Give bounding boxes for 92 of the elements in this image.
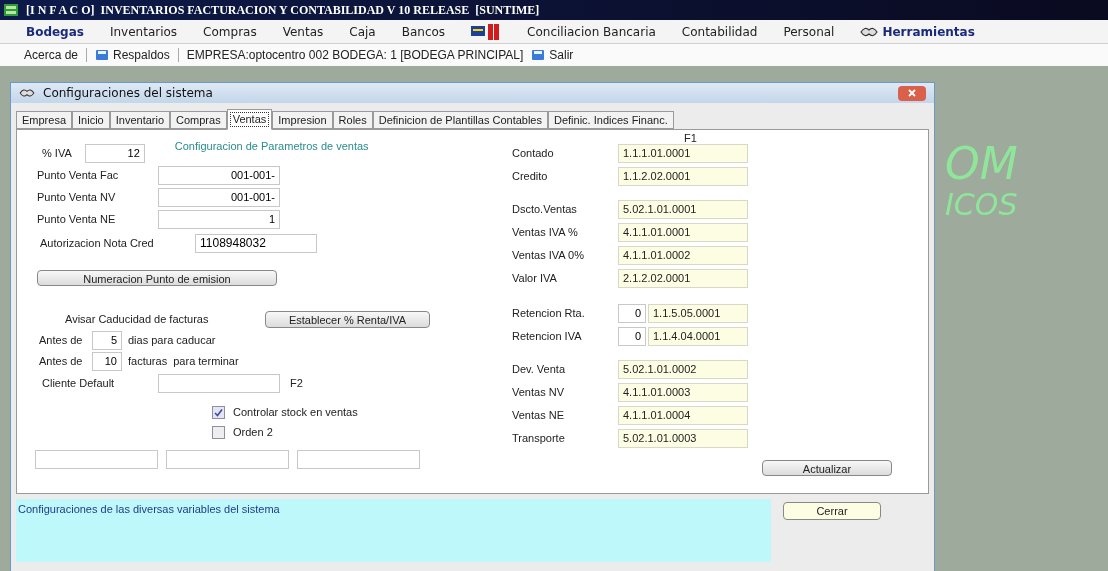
field-label: Ventas NV (512, 385, 565, 401)
input-field[interactable]: 10 (92, 352, 122, 371)
menu-item[interactable]: Contabilidad (681, 22, 758, 41)
field-label: Credito (512, 169, 549, 185)
field-label: Retencion Rta. (512, 306, 586, 322)
toolbar-button[interactable]: Acerca de (20, 46, 83, 64)
input-field[interactable]: 0 (618, 327, 646, 346)
menu-item[interactable]: Inventarios (109, 22, 178, 41)
input-field[interactable] (166, 450, 289, 469)
section-heading: Configuracion de Parametros de ventas (174, 139, 369, 154)
account-field[interactable]: 5.02.1.01.0002 (618, 360, 748, 379)
field-label: Punto Venta NE (37, 212, 117, 228)
toolbar-button[interactable]: Salir (527, 46, 578, 64)
field-label: Antes de (39, 333, 84, 349)
input-field[interactable] (297, 450, 420, 469)
update-button[interactable]: Actualizar (762, 460, 892, 476)
check-icon (214, 407, 223, 417)
field-label: Ventas IVA 0% (512, 248, 585, 264)
app-icon (4, 4, 18, 16)
wallpaper-text: ICOS (945, 188, 1018, 222)
menu-item[interactable]: Herramientas (860, 22, 975, 41)
dialog-title: Configuraciones del sistema (43, 85, 213, 102)
account-field[interactable]: 4.1.1.01.0004 (618, 406, 748, 425)
menu-item[interactable]: Bancos (401, 22, 446, 41)
close-icon (907, 89, 917, 97)
account-field[interactable]: 4.1.1.01.0002 (618, 246, 748, 265)
tab[interactable]: Empresa (16, 111, 73, 129)
account-field[interactable]: 2.1.2.02.0001 (618, 269, 748, 288)
input-field[interactable]: 001-001- (158, 188, 280, 207)
account-field[interactable]: 5.02.1.01.0003 (618, 429, 748, 448)
field-label: Punto Venta NV (37, 190, 117, 206)
field-label: Autorizacion Nota Cred (40, 236, 155, 252)
checkbox-label: Controlar stock en ventas (233, 404, 358, 420)
input-field[interactable]: 001-001- (158, 166, 280, 185)
logo-icon[interactable] (471, 23, 502, 40)
field-label: Dscto.Ventas (512, 202, 578, 218)
key-hint: F2 (290, 376, 303, 392)
toolbar-button[interactable]: Respaldos (91, 46, 174, 64)
account-field[interactable]: 1.1.4.04.0001 (648, 327, 748, 346)
input-field[interactable] (158, 374, 280, 393)
input-field[interactable]: 0 (618, 304, 646, 323)
rate-button[interactable]: Establecer % Renta/IVA (265, 311, 430, 328)
checkbox[interactable] (212, 425, 225, 439)
checkbox-label: Orden 2 (233, 424, 273, 440)
field-label: Punto Venta Fac (37, 168, 120, 184)
field-label: Avisar Caducidad de facturas (65, 312, 210, 328)
tab[interactable]: Inventario (109, 111, 171, 129)
field-label: Transporte (512, 431, 566, 447)
close-button[interactable] (898, 85, 926, 101)
field-label: Antes de (39, 354, 84, 370)
menu-item[interactable]: Ventas (282, 22, 324, 41)
tab[interactable]: Compras (170, 111, 227, 129)
tab[interactable]: Ventas (226, 109, 273, 130)
menu-item[interactable]: Caja (349, 22, 376, 41)
checkbox[interactable] (212, 405, 225, 419)
account-field[interactable]: 4.1.1.01.0003 (618, 383, 748, 402)
menu-item[interactable]: Compras (203, 22, 257, 41)
input-field[interactable]: 1108948032 (195, 234, 317, 253)
menu-item[interactable]: Bodegas (26, 22, 84, 41)
field-label: Ventas NE (512, 408, 565, 424)
company-info: EMPRESA:optocentro 002 BODEGA: 1 [BODEGA PRINCIPAL] (185, 47, 525, 64)
tab[interactable]: Definicion de Plantillas Contables (372, 111, 548, 129)
tab[interactable]: Definic. Indices Financ. (548, 111, 674, 129)
account-field[interactable]: 1.1.5.05.0001 (648, 304, 748, 323)
input-field[interactable]: 1 (158, 210, 280, 229)
field-label: Cliente Default (42, 376, 116, 392)
numbering-button[interactable]: Numeracion Punto de emision (37, 270, 277, 286)
account-field[interactable]: 4.1.1.01.0001 (618, 223, 748, 242)
menu-item[interactable]: Conciliacion Bancaria (527, 22, 656, 41)
field-label: Ventas IVA % (512, 225, 579, 241)
field-label: Dev. Venta (512, 362, 566, 378)
account-field[interactable]: 5.02.1.01.0001 (618, 200, 748, 219)
close-dialog-button[interactable]: Cerrar (783, 502, 881, 520)
tab[interactable]: Impresion (272, 111, 333, 129)
input-field[interactable]: 5 (92, 331, 122, 350)
wallpaper-text: OM (945, 140, 1018, 188)
window-title: [I N F A C O] INVENTARIOS FACTURACION Y CONTABILIDAD V 10 RELEASE [SUNTIME] (26, 2, 540, 19)
input-field[interactable]: 12 (84, 144, 145, 163)
field-label: facturas para terminar (128, 354, 239, 370)
field-label: Retencion IVA (512, 329, 583, 345)
key-hint: F1 (684, 132, 698, 144)
account-field[interactable]: 1.1.1.01.0001 (618, 144, 748, 163)
field-label: Contado (512, 146, 555, 162)
tab[interactable]: Inicio (72, 111, 110, 129)
tab[interactable]: Roles (332, 111, 373, 129)
field-label: Valor IVA (512, 271, 558, 287)
field-label: % IVA (42, 146, 72, 162)
status-text: Configuraciones de las diversas variables del sistema (18, 503, 280, 515)
field-label: dias para caducar (128, 333, 216, 349)
input-field[interactable] (35, 450, 158, 469)
account-field[interactable]: 1.1.2.02.0001 (618, 167, 748, 186)
menu-item[interactable]: Personal (783, 22, 835, 41)
